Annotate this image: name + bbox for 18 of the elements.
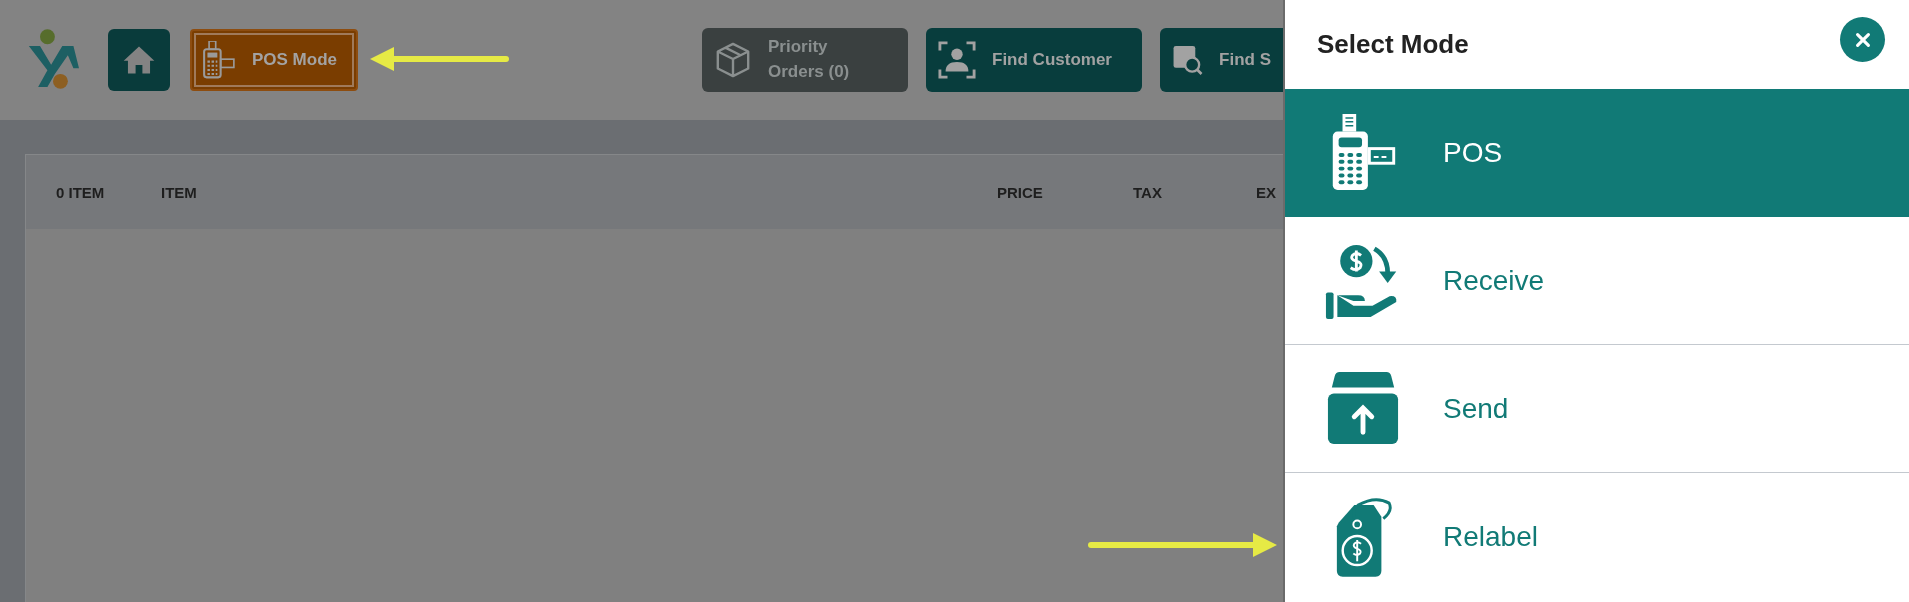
box-icon: [714, 41, 752, 79]
close-icon: [1853, 30, 1872, 49]
action-button[interactable]: Find Customer: [926, 28, 1142, 92]
column-header: ITEM: [161, 183, 197, 201]
column-header: PRICE: [997, 183, 1043, 201]
card-terminal-icon: [202, 41, 236, 79]
close-button[interactable]: [1840, 17, 1885, 62]
column-header: EX: [1256, 183, 1276, 201]
logo-icon: [27, 29, 79, 91]
home-button[interactable]: [108, 29, 170, 91]
box-upload-icon: [1326, 371, 1400, 446]
action-button[interactable]: Find S: [1160, 28, 1283, 92]
column-header: 0 ITEM: [56, 183, 105, 201]
person-icon: [938, 41, 976, 79]
pos-mode-button[interactable]: POS Mode: [190, 29, 358, 91]
panel-title: Select Mode: [1317, 29, 1469, 60]
column-header: TAX: [1133, 183, 1162, 201]
mode-option[interactable]: POS: [1285, 89, 1909, 217]
